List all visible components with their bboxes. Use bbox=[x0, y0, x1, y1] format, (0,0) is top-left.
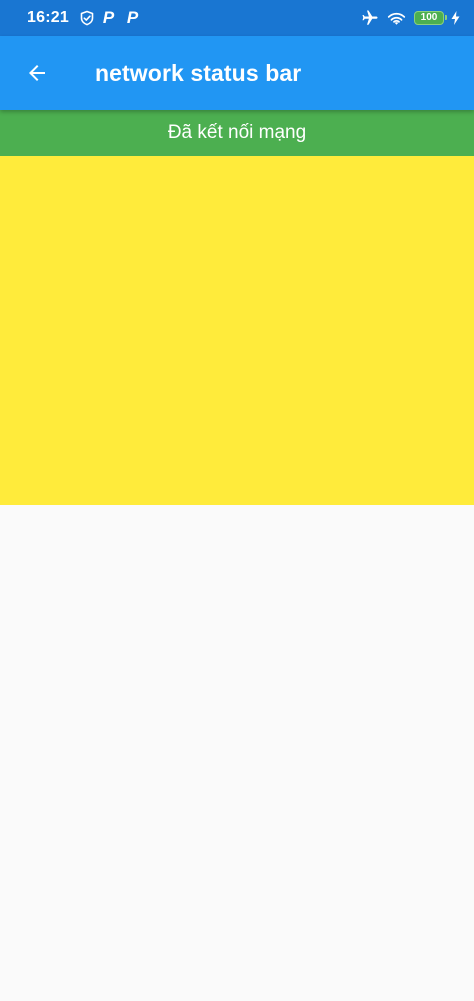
shield-check-icon bbox=[79, 10, 95, 26]
system-status-bar: 16:21 P P 100 bbox=[0, 0, 474, 36]
wifi-icon bbox=[387, 10, 406, 26]
p-icon: P bbox=[126, 8, 139, 27]
airplane-icon bbox=[361, 9, 379, 27]
yellow-content-panel bbox=[0, 156, 474, 505]
back-button[interactable] bbox=[15, 51, 59, 95]
battery-level: 100 bbox=[420, 12, 438, 23]
app-bar: network status bar bbox=[0, 36, 474, 110]
network-status-text: Đã kết nối mạng bbox=[167, 122, 307, 143]
charging-icon bbox=[451, 11, 460, 25]
battery-icon: 100 bbox=[414, 11, 447, 25]
clock-time: 16:21 bbox=[27, 9, 69, 26]
network-status-bar: Đã kết nối mạng bbox=[0, 110, 474, 156]
arrow-back-icon bbox=[25, 61, 49, 85]
status-bar-left: 16:21 P P bbox=[27, 8, 151, 28]
page-title: network status bar bbox=[95, 59, 302, 86]
p-icon: P bbox=[102, 8, 115, 27]
status-bar-right: 100 bbox=[361, 9, 460, 27]
